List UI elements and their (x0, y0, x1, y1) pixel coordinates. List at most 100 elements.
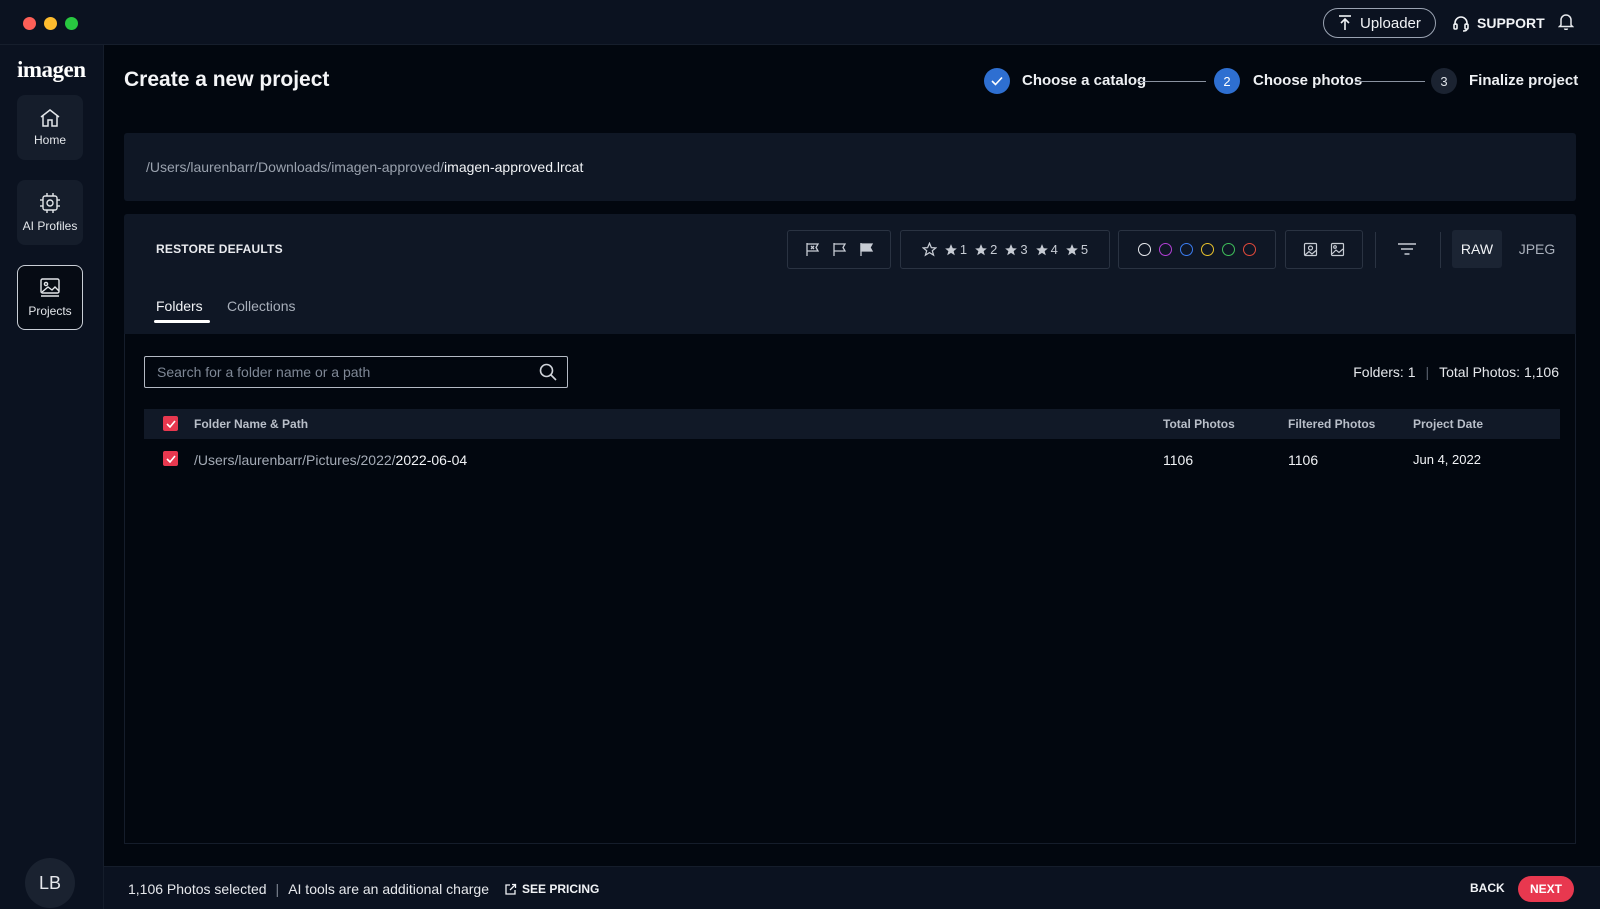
total-photos-cell: 1106 (1163, 452, 1194, 468)
catalog-file-name: imagen-approved.lrcat (444, 159, 584, 175)
divider: | (275, 881, 280, 897)
divider (1375, 232, 1376, 268)
next-button[interactable]: NEXT (1518, 876, 1574, 902)
star-4-filter[interactable]: 4 (1035, 242, 1058, 257)
star-outline-icon[interactable] (921, 242, 937, 257)
star-icon (945, 243, 957, 255)
tab-folders[interactable]: Folders (156, 298, 203, 314)
photos-selected-count: 1,106 Photos selected (128, 881, 267, 897)
headset-icon (1452, 14, 1470, 32)
star-icon (1066, 243, 1078, 255)
folder-search-input[interactable] (145, 357, 525, 386)
back-button[interactable]: BACK (1470, 881, 1505, 895)
maximize-window-button[interactable] (65, 17, 78, 30)
ai-chip-icon (39, 192, 61, 214)
total-photos-count: Total Photos: 1,106 (1439, 364, 1559, 380)
star-rating-filter-group: 1 2 3 4 5 (900, 230, 1110, 269)
picked-flag-icon[interactable] (859, 242, 874, 257)
star-3-filter[interactable]: 3 (1004, 242, 1028, 257)
table-header: Folder Name & Path Total Photos Filtered… (144, 409, 1560, 439)
step-2-label: Choose photos (1253, 72, 1363, 89)
minimize-window-button[interactable] (44, 17, 57, 30)
folder-list-panel: Folders: 1 | Total Photos: 1,106 Folder … (124, 334, 1576, 844)
sidebar: imagen Home AI Profiles Projects LB (0, 45, 104, 909)
table-row[interactable]: /Users/laurenbarr/Pictures/2022/2022-06-… (144, 439, 1560, 479)
column-header-filtered-photos[interactable]: Filtered Photos (1288, 417, 1375, 431)
filters-panel: RESTORE DEFAULTS 1 2 3 4 5 RAW JPEG Fold… (124, 214, 1576, 334)
color-label-blue[interactable] (1180, 243, 1193, 256)
column-header-project-date[interactable]: Project Date (1413, 417, 1483, 431)
step-1-done-check-icon (984, 68, 1010, 94)
user-avatar[interactable]: LB (25, 858, 75, 908)
uploader-button[interactable]: Uploader (1323, 8, 1436, 38)
step-connector (1355, 81, 1425, 82)
column-header-total-photos[interactable]: Total Photos (1163, 417, 1235, 431)
window-titlebar: Uploader SUPPORT (0, 0, 1600, 45)
star-count-label: 2 (990, 242, 998, 257)
image-type-filter-group (1285, 230, 1363, 269)
project-date-cell: Jun 4, 2022 (1413, 452, 1481, 467)
color-label-purple[interactable] (1159, 243, 1172, 256)
close-window-button[interactable] (23, 17, 36, 30)
color-label-red[interactable] (1243, 243, 1256, 256)
filter-sort-icon[interactable] (1397, 242, 1417, 256)
step-2-number: 2 (1214, 68, 1240, 94)
sidebar-item-home[interactable]: Home (17, 95, 83, 160)
flag-filter-group (787, 230, 891, 269)
folders-count: Folders: 1 (1353, 364, 1416, 380)
folder-name: 2022-06-04 (395, 452, 468, 468)
star-count-label: 5 (1080, 242, 1089, 257)
footer-bar: 1,106 Photos selected | AI tools are an … (104, 866, 1600, 909)
original-image-icon[interactable] (1330, 242, 1345, 257)
upload-icon (1338, 15, 1352, 31)
checkmark-icon (165, 419, 176, 428)
filtered-photos-cell: 1106 (1288, 452, 1319, 468)
image-gallery-icon (39, 277, 61, 299)
folder-counts: Folders: 1 | Total Photos: 1,106 (1353, 364, 1559, 380)
checkmark-icon (165, 454, 176, 463)
divider (1440, 232, 1441, 268)
sidebar-item-ai-profiles[interactable]: AI Profiles (17, 180, 83, 245)
restore-defaults-button[interactable]: RESTORE DEFAULTS (156, 242, 283, 256)
edited-image-icon[interactable] (1303, 242, 1318, 257)
row-checkbox[interactable] (163, 451, 178, 466)
catalog-path-panel: /Users/laurenbarr/Downloads/imagen-appro… (124, 133, 1576, 201)
see-pricing-link[interactable]: SEE PRICING (504, 882, 599, 896)
catalog-path-dir: /Users/laurenbarr/Downloads/imagen-appro… (146, 159, 445, 175)
see-pricing-label: SEE PRICING (522, 882, 600, 896)
format-jpeg-toggle[interactable]: JPEG (1512, 230, 1562, 268)
ai-charge-note: AI tools are an additional charge (288, 881, 489, 897)
active-tab-indicator (154, 320, 210, 323)
format-raw-toggle[interactable]: RAW (1452, 230, 1502, 268)
sidebar-item-label: Projects (28, 304, 72, 318)
search-icon[interactable] (539, 363, 557, 381)
rejected-flag-icon[interactable] (805, 242, 820, 257)
color-label-yellow[interactable] (1201, 243, 1214, 256)
star-icon (975, 243, 987, 255)
unflagged-icon[interactable] (832, 242, 847, 257)
star-count-label: 1 (959, 242, 968, 257)
star-1-filter[interactable]: 1 (944, 242, 967, 257)
tab-collections[interactable]: Collections (227, 298, 295, 314)
star-5-filter[interactable]: 5 (1065, 242, 1088, 257)
step-3-label: Finalize project (1469, 72, 1579, 89)
divider: | (1425, 364, 1430, 380)
folder-path-dir: /Users/laurenbarr/Pictures/2022/ (194, 452, 396, 468)
home-icon (39, 108, 61, 128)
column-header-folder[interactable]: Folder Name & Path (194, 417, 308, 431)
notifications-bell-icon[interactable] (1558, 12, 1574, 30)
sidebar-item-label: Home (33, 133, 66, 147)
color-label-white[interactable] (1138, 243, 1151, 256)
step-connector (1138, 81, 1206, 82)
folder-path: /Users/laurenbarr/Pictures/2022/2022-06-… (194, 452, 467, 468)
external-link-icon (505, 883, 517, 895)
star-icon (1005, 243, 1018, 255)
color-label-green[interactable] (1222, 243, 1235, 256)
catalog-path: /Users/laurenbarr/Downloads/imagen-appro… (146, 159, 583, 175)
support-button[interactable]: SUPPORT (1452, 11, 1545, 35)
sidebar-item-projects[interactable]: Projects (17, 265, 83, 330)
step-1-label: Choose a catalog (1022, 72, 1147, 89)
select-all-checkbox[interactable] (163, 416, 178, 431)
color-label-filter-group (1118, 230, 1276, 269)
star-2-filter[interactable]: 2 (974, 242, 997, 257)
